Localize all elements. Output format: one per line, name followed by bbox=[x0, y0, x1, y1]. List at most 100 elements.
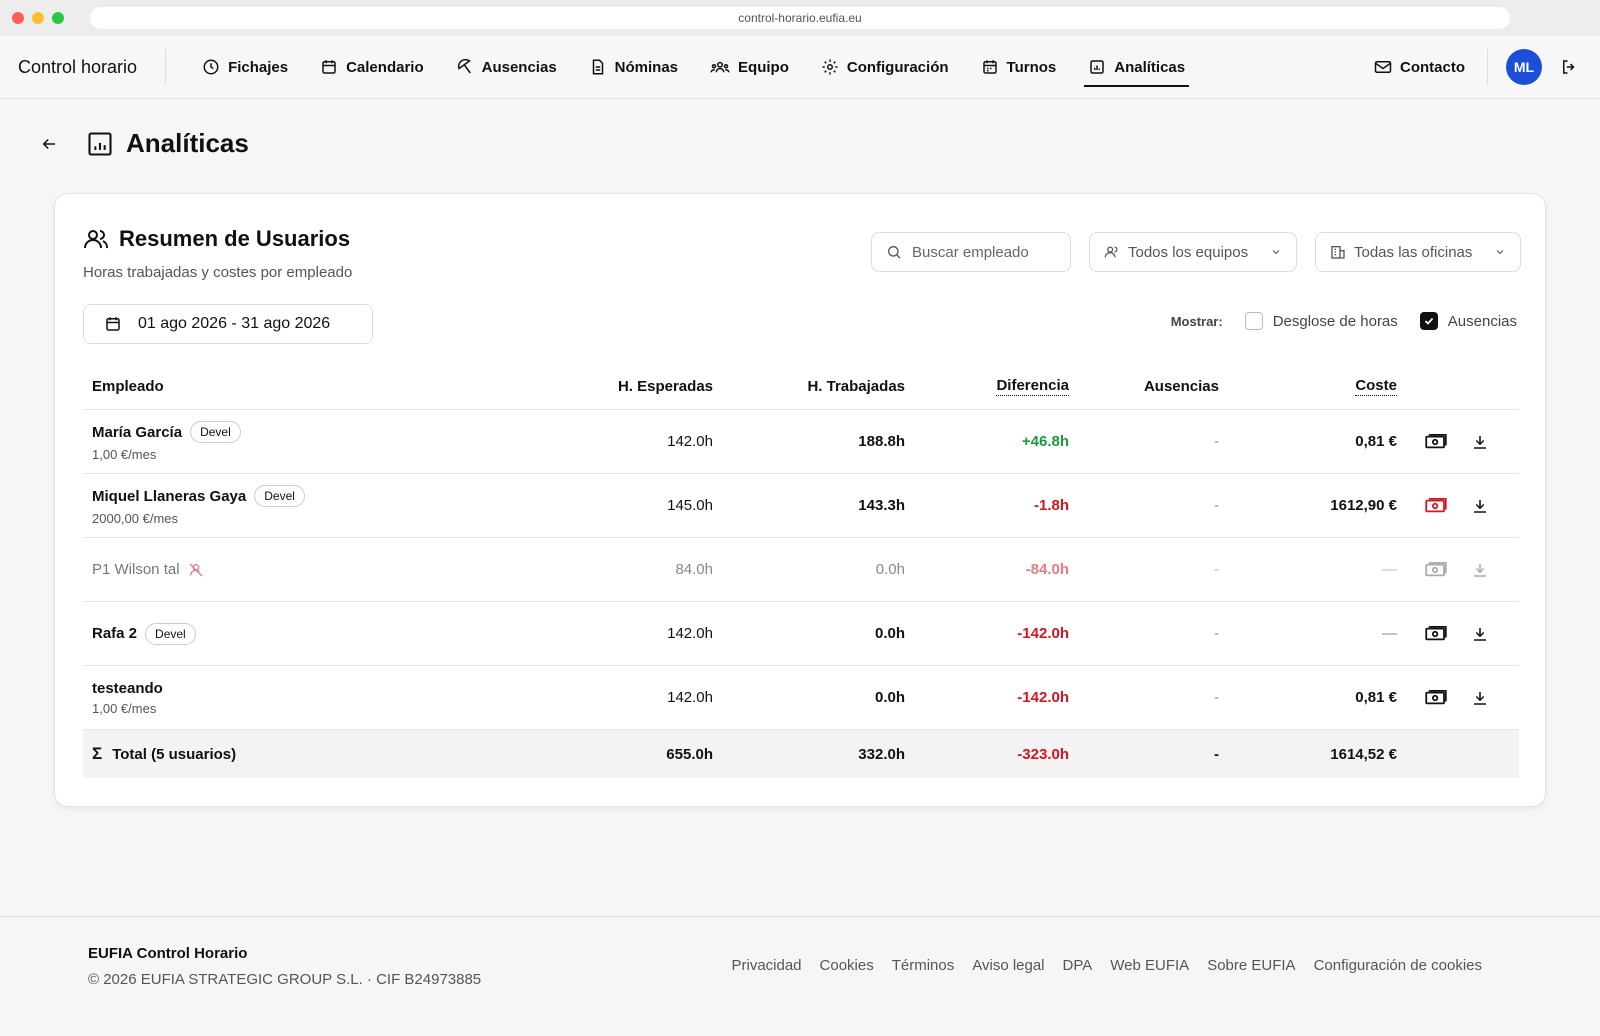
download-icon bbox=[1474, 499, 1486, 513]
cost-value: 0,81 € bbox=[1355, 433, 1397, 450]
download-button[interactable] bbox=[1471, 474, 1489, 537]
app-brand[interactable]: Control horario bbox=[0, 49, 167, 85]
employee-name[interactable]: Miquel Llaneras Gaya bbox=[92, 488, 246, 505]
nav-item-label: Calendario bbox=[346, 58, 424, 76]
absences-value: - bbox=[1214, 433, 1219, 450]
nav-item-turnos[interactable]: Turnos bbox=[965, 49, 1073, 85]
close-window-button[interactable] bbox=[12, 12, 24, 24]
header-employee[interactable]: Empleado bbox=[92, 364, 164, 409]
teams-select-value: Todos los equipos bbox=[1128, 243, 1249, 261]
download-button[interactable] bbox=[1471, 410, 1489, 473]
umbrella-icon bbox=[457, 58, 471, 74]
total-expected: 655.0h bbox=[666, 745, 713, 763]
worked-hours: 0.0h bbox=[874, 625, 905, 642]
table-row[interactable]: P1 Wilson tal 84.0h 0.0h -84.0h - — bbox=[83, 538, 1519, 602]
footer-link-cookies[interactable]: Cookies bbox=[820, 957, 874, 974]
table-total-row: Σ Total (5 usuarios) 655.0h 332.0h -323.… bbox=[83, 730, 1519, 778]
employee-name[interactable]: María García bbox=[92, 424, 182, 441]
footer-copyright: © 2026 EUFIA STRATEGIC GROUP S.L. · CIF … bbox=[88, 971, 482, 988]
nav-item-equipo[interactable]: Equipo bbox=[694, 49, 805, 85]
back-button[interactable] bbox=[40, 135, 60, 153]
nav-item-calendario[interactable]: Calendario bbox=[304, 49, 440, 85]
header-expected[interactable]: H. Esperadas bbox=[618, 364, 713, 409]
calendar-icon bbox=[106, 317, 120, 331]
download-icon bbox=[1474, 563, 1486, 577]
employee-name[interactable]: P1 Wilson tal bbox=[92, 561, 180, 578]
absences-label[interactable]: Ausencias bbox=[1448, 313, 1517, 330]
table-row[interactable]: Miquel Llaneras Gaya Devel 2000,00 €/mes … bbox=[83, 474, 1519, 538]
absences-checkbox[interactable] bbox=[1419, 312, 1438, 330]
breakdown-label[interactable]: Desglose de horas bbox=[1273, 313, 1398, 330]
employee-rate: 2000,00 €/mes bbox=[92, 511, 179, 526]
check-icon bbox=[1424, 317, 1433, 325]
money-icon bbox=[1425, 433, 1447, 448]
date-range-picker[interactable]: 01 ago 2026 - 31 ago 2026 bbox=[83, 304, 373, 344]
footer-link-aviso-legal[interactable]: Aviso legal bbox=[972, 957, 1044, 974]
table-row[interactable]: testeando 1,00 €/mes 142.0h 0.0h -142.0h… bbox=[83, 666, 1519, 730]
top-nav: Control horario Fichajes Calendario Ause… bbox=[0, 36, 1600, 99]
expected-hours: 84.0h bbox=[675, 561, 713, 578]
header-difference-label: Diferencia bbox=[996, 377, 1069, 396]
header-worked[interactable]: H. Trabajadas bbox=[807, 364, 905, 409]
footer-link-dpa[interactable]: DPA bbox=[1063, 957, 1093, 974]
total-difference: -323.0h bbox=[1017, 745, 1069, 763]
expected-hours: 142.0h bbox=[667, 689, 713, 706]
address-bar[interactable]: control-horario.eufia.eu bbox=[90, 7, 1510, 29]
payroll-button[interactable] bbox=[1425, 410, 1447, 473]
download-button[interactable] bbox=[1471, 602, 1489, 665]
offices-select[interactable]: Todas las oficinas bbox=[1315, 232, 1521, 272]
employee-name[interactable]: testeando bbox=[92, 680, 163, 697]
page-title: Analíticas bbox=[126, 128, 249, 158]
nav-item-analiticas[interactable]: Analíticas bbox=[1072, 49, 1201, 87]
contact-link[interactable]: Contacto bbox=[1374, 49, 1488, 85]
footer-link-cookie-settings[interactable]: Configuración de cookies bbox=[1314, 957, 1482, 974]
footer-link-sobre-eufia[interactable]: Sobre EUFIA bbox=[1207, 957, 1295, 974]
worked-hours: 0.0h bbox=[874, 689, 905, 706]
worked-hours: 0.0h bbox=[875, 561, 905, 578]
total-cost: 1614,52 € bbox=[1330, 745, 1397, 763]
table-header-row: Empleado H. Esperadas H. Trabajadas Dife… bbox=[83, 364, 1519, 410]
download-icon bbox=[1474, 435, 1486, 449]
absences-value: - bbox=[1214, 497, 1219, 514]
team-badge: Devel bbox=[145, 622, 196, 645]
cost-value: 1612,90 € bbox=[1330, 497, 1397, 514]
payroll-button[interactable] bbox=[1425, 602, 1447, 665]
nav-item-fichajes[interactable]: Fichajes bbox=[186, 49, 304, 85]
employee-name[interactable]: Rafa 2 bbox=[92, 625, 137, 642]
gear-icon bbox=[822, 59, 838, 75]
footer-link-privacidad[interactable]: Privacidad bbox=[731, 957, 801, 974]
table-row[interactable]: Rafa 2 Devel 142.0h 0.0h -142.0h - — bbox=[83, 602, 1519, 666]
payroll-button[interactable] bbox=[1425, 538, 1447, 601]
header-absences[interactable]: Ausencias bbox=[1144, 364, 1219, 409]
download-button[interactable] bbox=[1471, 538, 1489, 601]
team-badge: Devel bbox=[190, 421, 241, 443]
footer-link-terminos[interactable]: Términos bbox=[892, 957, 955, 974]
header-cost[interactable]: Coste bbox=[1355, 364, 1397, 409]
header-difference[interactable]: Diferencia bbox=[996, 364, 1069, 409]
employee-rate: 1,00 €/mes bbox=[92, 447, 157, 462]
minimize-window-button[interactable] bbox=[32, 12, 44, 24]
table-row[interactable]: María García Devel 1,00 €/mes 142.0h 188.… bbox=[83, 410, 1519, 474]
employee-search-input[interactable]: Buscar empleado bbox=[871, 232, 1071, 272]
contact-label: Contacto bbox=[1400, 58, 1465, 76]
chevron-down-icon bbox=[1496, 250, 1504, 255]
clock-icon bbox=[203, 59, 219, 75]
payroll-button[interactable] bbox=[1425, 666, 1447, 729]
nav-item-ausencias[interactable]: Ausencias bbox=[440, 49, 573, 85]
nav-item-label: Ausencias bbox=[481, 58, 557, 76]
nav-item-configuracion[interactable]: Configuración bbox=[805, 49, 965, 85]
teams-select[interactable]: Todos los equipos bbox=[1089, 232, 1297, 272]
cost-value: 0,81 € bbox=[1355, 689, 1397, 706]
breakdown-checkbox[interactable] bbox=[1244, 312, 1263, 330]
payroll-button[interactable] bbox=[1425, 474, 1447, 537]
download-button[interactable] bbox=[1471, 666, 1489, 729]
card-title: Resumen de Usuarios bbox=[83, 226, 350, 252]
maximize-window-button[interactable] bbox=[52, 12, 64, 24]
footer-link-web-eufia[interactable]: Web EUFIA bbox=[1110, 957, 1189, 974]
user-avatar[interactable]: ML bbox=[1506, 49, 1542, 85]
users-summary-card: Resumen de Usuarios Horas trabajadas y c… bbox=[54, 193, 1546, 807]
logout-button[interactable] bbox=[1560, 58, 1578, 76]
nav-item-nominas[interactable]: Nóminas bbox=[573, 49, 694, 85]
worked-hours: 188.8h bbox=[858, 433, 905, 450]
expected-hours: 142.0h bbox=[667, 625, 713, 642]
